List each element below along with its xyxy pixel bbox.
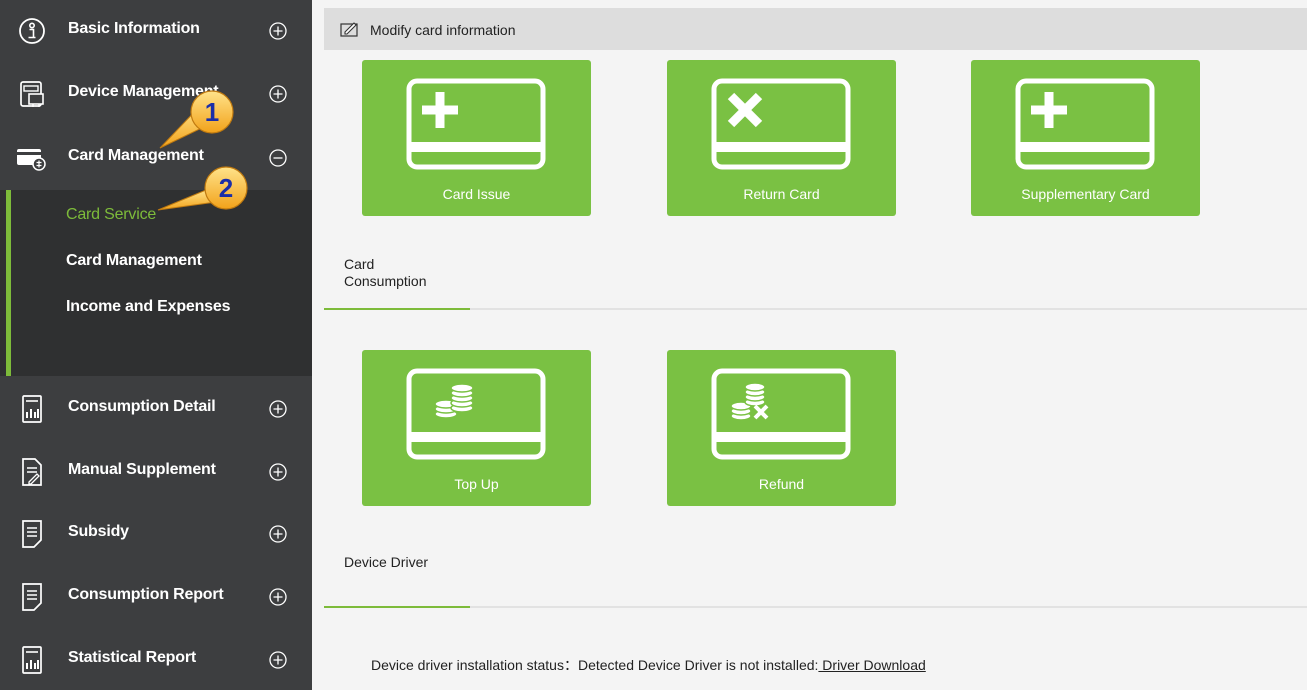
expand-icon[interactable]	[268, 650, 288, 670]
card-plus-icon	[1015, 78, 1155, 170]
section-underline	[324, 606, 470, 608]
expand-icon[interactable]	[268, 84, 288, 104]
sidebar-item-label: Subsidy	[68, 523, 129, 540]
card-icon	[17, 149, 46, 171]
sidebar-item-label: Device Management	[68, 83, 219, 100]
section-label-line: Card	[344, 256, 375, 272]
info-icon	[19, 18, 45, 44]
submenu-item-card-management[interactable]: Card Management	[66, 252, 202, 270]
tile-label: Refund	[758, 476, 805, 492]
main-content: Modify card information Card Issue Retur…	[312, 0, 1307, 690]
card-plus-icon	[406, 78, 546, 170]
page-title: Modify card information	[370, 22, 516, 38]
device-icon	[20, 81, 44, 107]
report-icon	[22, 395, 42, 423]
document-icon	[22, 583, 42, 611]
collapse-icon[interactable]	[268, 148, 288, 168]
section-divider	[324, 308, 1307, 310]
section-underline	[324, 308, 470, 310]
manual-icon	[22, 458, 42, 486]
section-divider	[324, 606, 1307, 608]
sidebar-item-label: Basic Information	[68, 20, 200, 37]
sidebar-item-label: Card Management	[68, 147, 204, 164]
coins-refund-icon	[711, 368, 851, 460]
expand-icon[interactable]	[268, 462, 288, 482]
sidebar-item-basic-information[interactable]: Basic Information	[0, 0, 312, 60]
sidebar-item-manual-supplement[interactable]: Manual Supplement	[0, 441, 312, 501]
sidebar-item-consumption-detail[interactable]: Consumption Detail	[0, 378, 312, 438]
tile-label: Return Card	[743, 186, 820, 202]
card-issue-tile[interactable]: Card Issue	[362, 60, 591, 216]
edit-icon	[340, 22, 358, 37]
sidebar-item-statistical-report[interactable]: Statistical Report	[0, 629, 312, 689]
submenu-item-card-service[interactable]: Card Service	[66, 206, 156, 224]
sidebar-item-label: Manual Supplement	[68, 461, 216, 478]
refund-tile[interactable]: Refund	[667, 350, 896, 506]
coins-card-icon	[406, 368, 546, 460]
driver-download-link[interactable]: Driver Download	[818, 657, 926, 673]
sidebar-item-label: Consumption Detail	[68, 398, 216, 415]
sidebar-item-label: Statistical Report	[68, 649, 196, 666]
report-icon	[22, 646, 42, 674]
tile-label: Card Issue	[442, 186, 511, 202]
sidebar-item-consumption-report[interactable]: Consumption Report	[0, 566, 312, 626]
document-icon	[22, 520, 42, 548]
sidebar-item-label: Consumption Report	[68, 586, 224, 603]
card-x-icon	[711, 78, 851, 170]
section-label-line: Consumption	[344, 273, 427, 289]
supplementary-card-tile[interactable]: Supplementary Card	[971, 60, 1200, 216]
top-up-tile[interactable]: Top Up	[362, 350, 591, 506]
expand-icon[interactable]	[268, 587, 288, 607]
page-title-bar: Modify card information	[324, 8, 1307, 50]
tile-label: Supplementary Card	[1021, 186, 1150, 202]
submenu-item-income-and-expenses[interactable]: Income and Expenses	[66, 298, 230, 316]
sidebar: Basic Information Device Management Card…	[0, 0, 312, 690]
active-accent-bar	[6, 190, 11, 376]
section-device-driver: Device Driver	[344, 554, 429, 570]
card-management-submenu: Card Service Card Management Income and …	[0, 190, 312, 376]
expand-icon[interactable]	[268, 524, 288, 544]
section-card-consumption: Card Consumption	[344, 256, 427, 290]
driver-status: Device driver installation status：Detect…	[371, 655, 926, 675]
sidebar-item-device-management[interactable]: Device Management	[0, 63, 312, 123]
expand-icon[interactable]	[268, 399, 288, 419]
expand-icon[interactable]	[268, 21, 288, 41]
sidebar-item-subsidy[interactable]: Subsidy	[0, 503, 312, 563]
driver-status-text: Device driver installation status：Detect…	[371, 657, 819, 673]
return-card-tile[interactable]: Return Card	[667, 60, 896, 216]
sidebar-item-card-management[interactable]: Card Management	[0, 127, 312, 187]
tile-label: Top Up	[454, 476, 499, 492]
